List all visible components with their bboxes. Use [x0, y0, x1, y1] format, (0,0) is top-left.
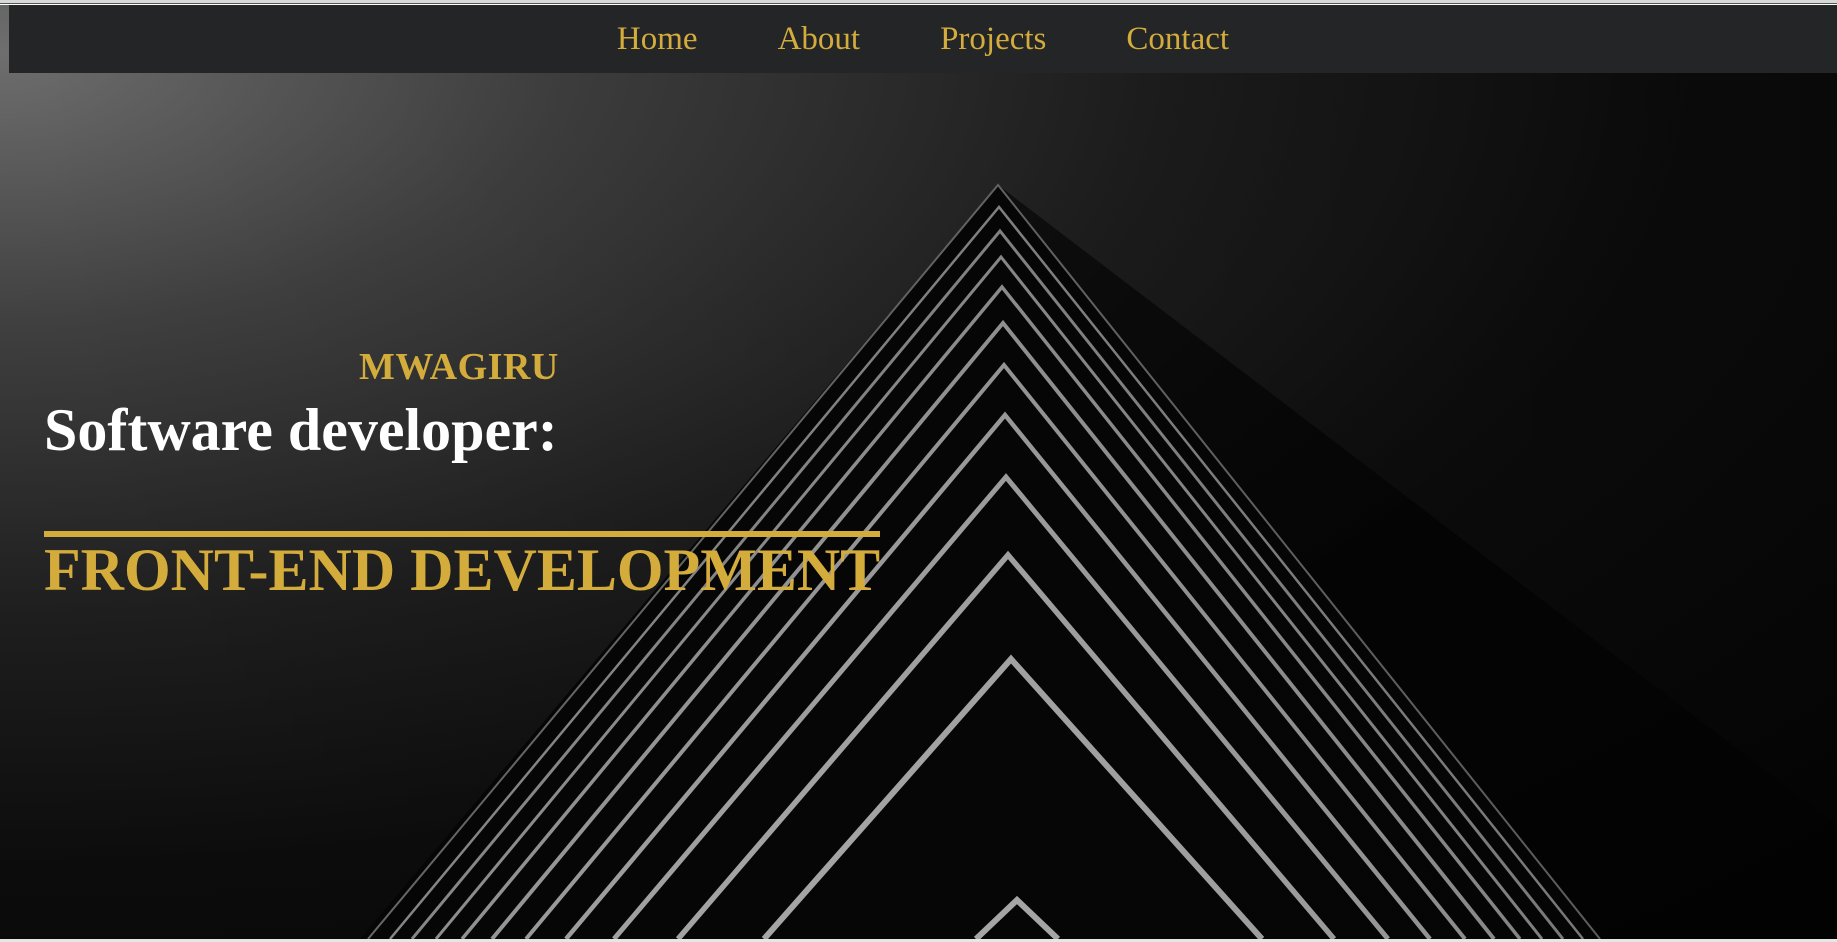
window-top-border: [0, 0, 1837, 4]
hero-headline: Software developer:: [44, 397, 558, 463]
hero-section: Home About Projects Contact MWAGIRU Soft…: [0, 5, 1837, 939]
pyramid-building-background-image: [0, 5, 1837, 939]
nav-link-about[interactable]: About: [778, 22, 861, 56]
hero-specialty: FRONT-END DEVELOPMENT: [44, 537, 881, 603]
nav-link-contact[interactable]: Contact: [1126, 22, 1229, 56]
brand-name: MWAGIRU: [359, 346, 559, 388]
nav-link-home[interactable]: Home: [617, 22, 698, 56]
top-navbar: Home About Projects Contact: [9, 5, 1837, 73]
nav-link-projects[interactable]: Projects: [940, 22, 1046, 56]
